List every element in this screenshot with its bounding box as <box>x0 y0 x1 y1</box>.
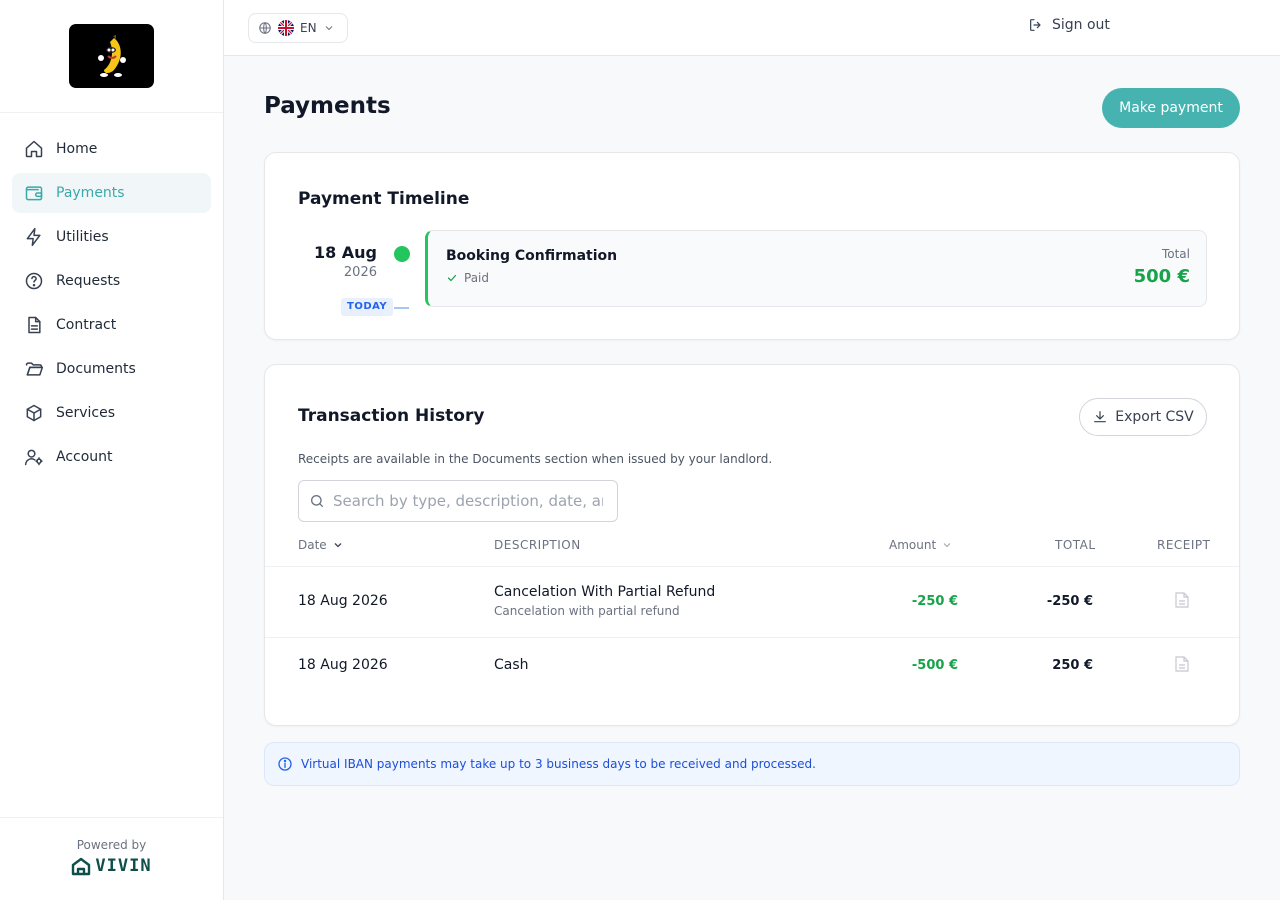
total-label: Total <box>1161 247 1190 261</box>
transaction-history-card: Transaction History Export CSV Receipts … <box>264 364 1240 726</box>
sidebar-item-requests[interactable]: Requests <box>12 261 211 301</box>
help-circle-icon <box>25 272 43 290</box>
sidebar-item-services[interactable]: Services <box>12 393 211 433</box>
timeline-event[interactable]: Booking Confirmation Paid Total 500 € <box>425 230 1207 307</box>
sidebar-item-label: Documents <box>56 361 136 377</box>
row-description-sub: Cancelation with partial refund <box>494 604 680 618</box>
header-divider <box>265 566 1239 567</box>
check-icon <box>447 274 457 282</box>
powered-by-label: Powered by <box>76 838 147 852</box>
sidebar-item-documents[interactable]: Documents <box>12 349 211 389</box>
info-icon <box>278 757 292 771</box>
home-icon <box>25 140 43 158</box>
lightning-icon <box>26 227 41 247</box>
language-selector[interactable]: EN <box>248 13 348 43</box>
search-icon <box>311 495 323 507</box>
sidebar-item-payments[interactable]: Payments <box>12 173 211 213</box>
event-status: Paid <box>446 271 489 285</box>
timeline-date: 18 Aug 2026 <box>305 243 377 280</box>
row-amount: -500 € <box>911 658 958 673</box>
timeline-day: 18 Aug <box>313 243 377 262</box>
language-code: EN <box>300 21 317 35</box>
event-status-label: Paid <box>464 271 490 285</box>
receipt-file-icon[interactable] <box>1175 656 1189 672</box>
receipts-hint: Receipts are available in the Documents … <box>298 452 773 466</box>
wallet-icon <box>25 186 43 201</box>
row-date: 18 Aug 2026 <box>298 657 388 673</box>
sort-down-icon <box>334 543 342 548</box>
row-description: Cash <box>494 657 529 673</box>
column-header-amount[interactable]: Amount <box>889 538 953 552</box>
sidebar-item-label: Home <box>56 141 98 157</box>
sidebar-nav: Home Payments Utilities Requests Contrac… <box>0 113 223 497</box>
timeline-year: 2026 <box>343 265 377 280</box>
box-icon <box>26 404 42 422</box>
top-bar: EN Sign out <box>224 0 1280 56</box>
sidebar-item-label: Payments <box>56 185 125 201</box>
search-box <box>298 480 618 522</box>
today-marker-line <box>394 307 409 309</box>
sidebar-item-account[interactable]: Account <box>12 437 211 477</box>
column-header-label: Amount <box>889 538 937 552</box>
receipt-file-icon[interactable] <box>1175 592 1189 608</box>
brand-logo: VIVIN <box>0 856 223 876</box>
row-description: Cancelation With Partial Refund <box>494 584 716 600</box>
timeline-status-dot <box>394 246 410 262</box>
sidebar-item-label: Services <box>56 405 116 421</box>
column-header-total: TOTAL <box>1055 538 1096 552</box>
sidebar-item-utilities[interactable]: Utilities <box>12 217 211 257</box>
info-message: Virtual IBAN payments may take up to 3 b… <box>301 757 816 771</box>
sidebar-item-home[interactable]: Home <box>12 129 211 169</box>
today-badge: TODAY <box>341 298 394 316</box>
download-icon <box>1094 411 1107 423</box>
column-header-date[interactable]: Date <box>298 538 344 552</box>
company-logo[interactable] <box>69 24 154 88</box>
folder-icon <box>25 362 44 376</box>
history-title: Transaction History <box>298 406 485 426</box>
sign-out-label: Sign out <box>1052 17 1110 33</box>
search-input[interactable] <box>333 492 603 510</box>
export-csv-button[interactable]: Export CSV <box>1079 398 1207 436</box>
payment-timeline-card: Payment Timeline 18 Aug 2026 TODAY Booki… <box>264 152 1240 340</box>
row-date: 18 Aug 2026 <box>298 593 388 609</box>
sort-icon <box>943 543 951 548</box>
sign-out-button[interactable]: Sign out <box>1028 17 1110 33</box>
document-icon <box>28 316 41 334</box>
banana-mascot-icon <box>97 35 126 77</box>
sidebar-item-label: Contract <box>56 317 117 333</box>
sidebar-item-label: Account <box>56 449 113 465</box>
column-header-label: Date <box>298 538 327 552</box>
globe-icon <box>259 22 271 34</box>
row-divider <box>265 637 1239 638</box>
brand-name: VIVIN <box>95 856 152 876</box>
total-value: 500 € <box>1133 266 1190 287</box>
column-header-receipt: RECEIPT <box>1157 538 1211 552</box>
uk-flag-icon <box>278 20 294 36</box>
chevron-down-icon <box>325 26 332 31</box>
info-banner: Virtual IBAN payments may take up to 3 b… <box>264 742 1240 786</box>
logo-area <box>0 0 223 113</box>
row-total: 250 € <box>1052 658 1093 673</box>
page-title: Payments <box>264 93 391 119</box>
sidebar-item-label: Requests <box>56 273 121 289</box>
user-settings-icon <box>24 449 43 466</box>
house-logo-icon <box>72 857 91 876</box>
powered-by: Powered by VIVIN <box>0 817 223 900</box>
make-payment-button[interactable]: Make payment <box>1102 88 1240 128</box>
column-header-description: DESCRIPTION <box>494 538 581 552</box>
sidebar: Home Payments Utilities Requests Contrac… <box>0 0 224 900</box>
logout-icon <box>1030 19 1041 31</box>
sidebar-item-label: Utilities <box>56 229 109 245</box>
event-title: Booking Confirmation <box>446 248 618 264</box>
row-amount: -250 € <box>911 594 958 609</box>
sidebar-item-contract[interactable]: Contract <box>12 305 211 345</box>
export-csv-label: Export CSV <box>1115 409 1194 425</box>
timeline-title: Payment Timeline <box>298 189 470 209</box>
row-total: -250 € <box>1046 594 1093 609</box>
